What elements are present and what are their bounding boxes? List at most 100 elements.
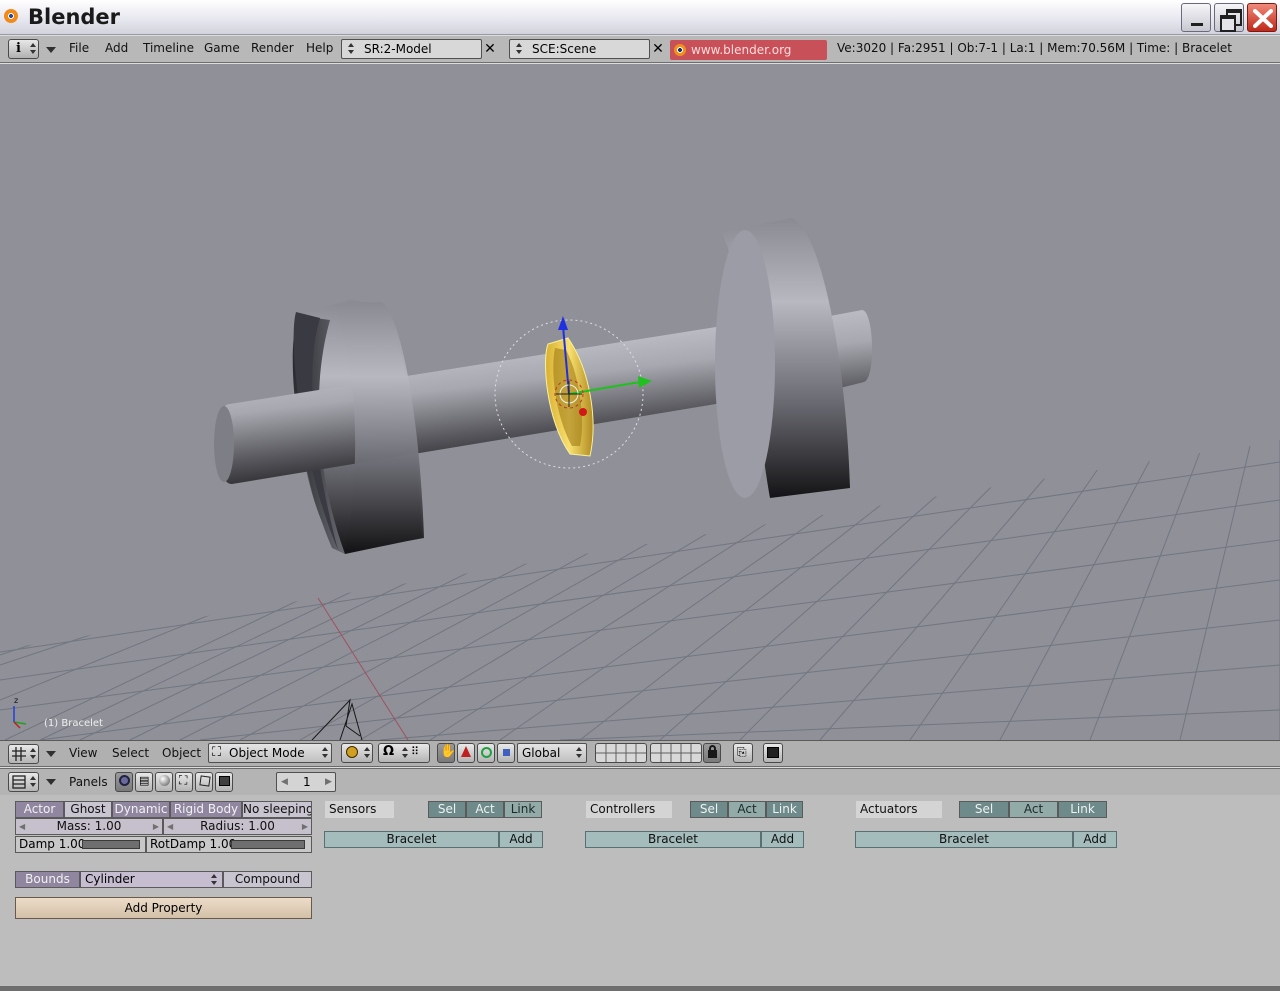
editing-context-button[interactable]	[195, 772, 213, 792]
layer-buttons-group-2[interactable]	[650, 743, 702, 763]
pivot-selector[interactable]: Ω ⠿	[378, 743, 430, 763]
actuators-add-button[interactable]: Add	[1073, 831, 1117, 848]
editor-type-selector[interactable]	[8, 772, 39, 792]
frame-number-field[interactable]: ◀ 1 ▶	[276, 772, 336, 792]
sensors-sel-toggle[interactable]: Sel	[428, 801, 466, 818]
orientation-label: Global	[522, 746, 561, 760]
editor-type-selector[interactable]	[8, 744, 39, 764]
script-context-button[interactable]: ▤	[135, 772, 153, 792]
scene-browse-field[interactable]: SCE:Scene	[509, 39, 650, 59]
x-axis-line	[317, 597, 409, 740]
collapse-menu-triangle-icon[interactable]	[46, 779, 56, 785]
bounds-toggle[interactable]: Bounds	[15, 871, 80, 888]
mass-label: Mass: 1.00	[56, 819, 122, 833]
menu-render[interactable]: Render	[251, 41, 294, 55]
logic-context-button[interactable]	[115, 772, 133, 792]
info-icon: i	[16, 41, 21, 56]
3d-scene-drawing: z	[0, 218, 1280, 740]
bounds-type-selector[interactable]: Cylinder	[80, 871, 223, 888]
updown-arrows-icon	[30, 43, 38, 55]
layer-buttons-group-1[interactable]	[595, 743, 647, 763]
lock-layers-button[interactable]	[703, 743, 721, 763]
updown-arrows-icon	[30, 748, 38, 760]
sensors-act-toggle[interactable]: Act	[466, 801, 504, 818]
sensors-link-toggle[interactable]: Link	[504, 801, 542, 818]
menu-object[interactable]: Object	[162, 746, 201, 760]
add-property-button[interactable]: Add Property	[15, 897, 312, 919]
render-preview-button[interactable]	[763, 743, 783, 763]
menu-view[interactable]: View	[69, 746, 97, 760]
rigid-body-toggle[interactable]: Rigid Body	[170, 801, 242, 818]
menu-game[interactable]: Game	[204, 41, 240, 55]
mass-field[interactable]: ◀ Mass: 1.00 ▶	[15, 818, 163, 835]
sensors-add-button[interactable]: Add	[499, 831, 543, 848]
mode-selector[interactable]: ⛶ Object Mode	[208, 743, 332, 763]
window-title: Blender	[28, 5, 121, 29]
radius-field[interactable]: ◀ Radius: 1.00 ▶	[163, 818, 312, 835]
controllers-add-button[interactable]: Add	[761, 831, 804, 848]
scene-context-button[interactable]	[215, 772, 233, 792]
radius-label: Radius: 1.00	[200, 819, 275, 833]
menu-add[interactable]: Add	[105, 41, 128, 55]
opengl-render-button[interactable]: ⎘	[733, 743, 753, 763]
blender-logo-icon	[674, 44, 686, 56]
3d-viewport[interactable]: z (1) Bracelet	[0, 64, 1280, 740]
actor-toggle[interactable]: Actor	[15, 801, 64, 818]
actuators-link-toggle[interactable]: Link	[1058, 801, 1107, 818]
pivot-icon: Ω	[383, 744, 395, 759]
editor-type-selector[interactable]: i	[8, 39, 39, 59]
rotdamp-slider[interactable]: RotDamp 1.00	[146, 836, 312, 853]
controllers-sel-toggle[interactable]: Sel	[690, 801, 728, 818]
updown-arrows-icon	[30, 776, 38, 788]
frame-value: 1	[303, 775, 311, 789]
mode-label: Object Mode	[229, 746, 305, 760]
delete-scene-button[interactable]: ✕	[650, 40, 666, 58]
dynamic-toggle[interactable]: Dynamic	[112, 801, 170, 818]
no-sleeping-toggle[interactable]: No sleeping	[242, 801, 312, 818]
controllers-link-toggle[interactable]: Link	[766, 801, 803, 818]
close-window-button[interactable]	[1247, 3, 1277, 32]
scale-manipulator[interactable]	[497, 743, 515, 763]
menu-timeline[interactable]: Timeline	[143, 41, 194, 55]
shading-context-button[interactable]	[155, 772, 173, 792]
hand-icon: ✋	[440, 744, 457, 759]
align-icon: ⠿	[411, 745, 420, 758]
panels-menu[interactable]: Panels	[69, 775, 108, 789]
collapse-menu-triangle-icon[interactable]	[46, 47, 56, 53]
controllers-object-label[interactable]: Bracelet	[585, 831, 761, 848]
collapse-menu-triangle-icon[interactable]	[46, 751, 56, 757]
menu-select[interactable]: Select	[112, 746, 149, 760]
delete-screen-button[interactable]: ✕	[482, 40, 498, 58]
draw-type-selector[interactable]	[341, 743, 373, 763]
copy-icon: ⎘	[737, 745, 747, 759]
controllers-act-toggle[interactable]: Act	[728, 801, 766, 818]
compound-toggle[interactable]: Compound	[223, 871, 312, 888]
menu-file[interactable]: File	[69, 41, 89, 55]
menu-help[interactable]: Help	[306, 41, 333, 55]
orientation-selector[interactable]: Global	[517, 743, 587, 763]
minimize-button[interactable]	[1181, 3, 1211, 32]
layer-grid-icon	[596, 744, 646, 762]
sensors-header: Sensors	[325, 801, 394, 818]
manipulator-toggle[interactable]: ✋	[437, 743, 457, 763]
grid-view-icon	[12, 747, 26, 761]
screen-name: SR:2-Model	[364, 42, 432, 56]
bounds-type-label: Cylinder	[85, 872, 135, 886]
sensors-object-label[interactable]: Bracelet	[324, 831, 499, 848]
maximize-button[interactable]	[1214, 3, 1244, 32]
rotate-manipulator[interactable]	[477, 743, 495, 763]
screen-browse-field[interactable]: SR:2-Model	[341, 39, 482, 59]
actuators-object-label[interactable]: Bracelet	[855, 831, 1073, 848]
actuators-act-toggle[interactable]: Act	[1009, 801, 1058, 818]
buttons-window-header: Panels ▤ ⛶ ◀ 1 ▶	[0, 769, 1280, 795]
translate-manipulator[interactable]	[457, 743, 475, 763]
object-context-button[interactable]: ⛶	[175, 772, 193, 792]
updown-arrows-icon	[576, 747, 584, 759]
blender-version-badge[interactable]: www.blender.org 245.15	[670, 40, 827, 77]
floor-grid	[0, 440, 1280, 740]
ghost-toggle[interactable]: Ghost	[64, 801, 112, 818]
actuators-sel-toggle[interactable]: Sel	[959, 801, 1009, 818]
scene-statistics: Ve:3020 | Fa:2951 | Ob:7-1 | La:1 | Mem:…	[837, 41, 1232, 55]
blender-logo-icon	[4, 9, 18, 23]
damp-slider[interactable]: Damp 1.00	[15, 836, 146, 853]
